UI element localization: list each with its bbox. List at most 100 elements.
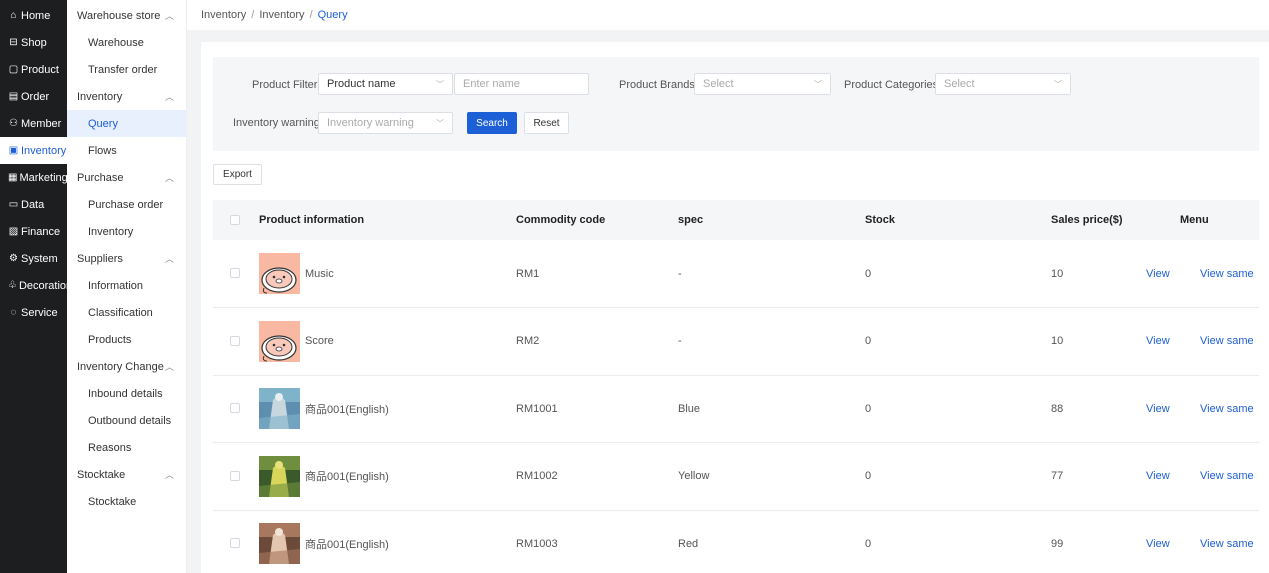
main-nav-label: System <box>21 252 58 265</box>
chevron-up-icon: ︿ <box>164 254 174 264</box>
sub-nav-item-inbound-details[interactable]: Inbound details <box>67 380 186 407</box>
table-row: 商品001(English) RM1002 Yellow 0 77 View View sa… <box>213 443 1259 511</box>
row-checkbox[interactable] <box>230 538 240 549</box>
main-nav-item-data[interactable]: ▭ Data <box>0 191 67 218</box>
sales-price-value: 99 <box>1051 537 1064 550</box>
sub-nav-group-stocktake[interactable]: Stocktake ︿ <box>67 461 186 488</box>
main-nav-item-marketing[interactable]: ▦ Marketing <box>0 164 67 191</box>
product-name: 商品001(English) <box>305 403 389 416</box>
row-checkbox[interactable] <box>230 268 240 278</box>
view-link[interactable]: View <box>1146 443 1170 510</box>
reset-button[interactable]: Reset <box>524 112 569 134</box>
sales-price-value: 10 <box>1051 267 1064 280</box>
product-thumbnail <box>259 523 300 565</box>
export-button[interactable]: Export <box>213 164 262 185</box>
sub-nav-item-inventory[interactable]: Inventory <box>67 218 186 245</box>
row-checkbox[interactable] <box>230 403 240 414</box>
product-thumbnail <box>259 320 300 362</box>
main-nav-item-system[interactable]: ⚙ System <box>0 245 67 272</box>
main-nav-item-service[interactable]: ◌ Service <box>0 299 67 326</box>
chevron-up-icon: ︿ <box>164 470 174 480</box>
sub-nav-group-suppliers[interactable]: Suppliers ︿ <box>67 245 186 272</box>
view-same-link[interactable]: View same <box>1200 308 1254 375</box>
marketing-icon: ▦ <box>8 172 18 183</box>
filter-panel: Product Filter: Product name ﹀ Enter nam… <box>213 57 1259 151</box>
spec-value: - <box>678 267 682 280</box>
sub-nav-item-information[interactable]: Information <box>67 272 186 299</box>
main-nav-label: Finance <box>21 225 61 238</box>
main-nav-item-decoration[interactable]: ♧ Decoration <box>0 272 67 299</box>
inventory-icon: ▣ <box>8 145 19 156</box>
sales-price-value: 77 <box>1051 470 1064 483</box>
sub-nav-item-products[interactable]: Products <box>67 326 186 353</box>
sub-nav-item-purchase-order[interactable]: Purchase order <box>67 191 186 218</box>
select-all-checkbox[interactable] <box>230 215 240 225</box>
sub-nav-group-inventory-change[interactable]: Inventory Change ︿ <box>67 353 186 380</box>
sub-nav-item-classification[interactable]: Classification <box>67 299 186 326</box>
sub-nav-item-stocktake[interactable]: Stocktake <box>67 488 186 515</box>
main-nav-item-order[interactable]: ▤ Order <box>0 83 67 110</box>
main-nav-label: Marketing <box>19 171 67 184</box>
row-checkbox[interactable] <box>230 470 240 481</box>
sub-nav-item-warehouse[interactable]: Warehouse <box>67 29 186 56</box>
sub-nav-group-warehouse-store[interactable]: Warehouse store ︿ <box>67 2 186 29</box>
stock-value: 0 <box>865 537 872 550</box>
product-categories-select[interactable]: Select ﹀ <box>935 73 1071 95</box>
view-link[interactable]: View <box>1146 308 1170 375</box>
chevron-down-icon: ﹀ <box>1054 79 1062 89</box>
product-filter-label: Product Filter: <box>252 79 321 91</box>
spec-value: - <box>678 335 682 348</box>
header-spec: spec <box>678 214 704 226</box>
view-link[interactable]: View <box>1146 510 1170 573</box>
main-nav-item-finance[interactable]: ▨ Finance <box>0 218 67 245</box>
breadcrumb: Inventory / Inventory / Query <box>187 0 1269 30</box>
service-icon: ◌ <box>10 307 17 318</box>
view-link[interactable]: View <box>1146 375 1170 442</box>
view-same-link[interactable]: View same <box>1200 375 1254 442</box>
main-nav-label: Member <box>21 117 62 130</box>
spec-value: Yellow <box>678 470 710 483</box>
product-name: Score <box>305 335 334 348</box>
inventory-warning-select[interactable]: Inventory warning ﹀ <box>318 112 453 134</box>
view-link[interactable]: View <box>1146 240 1170 307</box>
header-commodity-code: Commodity code <box>516 214 606 226</box>
table-row: Music RM1 - 0 10 View View same <box>213 240 1259 308</box>
row-checkbox[interactable] <box>230 335 240 346</box>
sub-nav-item-reasons[interactable]: Reasons <box>67 434 186 461</box>
sub-nav-item-outbound-details[interactable]: Outbound details <box>67 407 186 434</box>
breadcrumb-item-inventory-sub[interactable]: Inventory <box>259 9 304 21</box>
search-button[interactable]: Search <box>467 112 517 134</box>
product-name: Music <box>305 267 334 280</box>
product-filter-type-value: Product name <box>327 78 396 90</box>
chevron-up-icon: ︿ <box>164 173 174 183</box>
header-menu: Menu <box>1180 214 1209 226</box>
sales-price-value: 10 <box>1051 335 1064 348</box>
system-icon: ⚙ <box>9 253 18 264</box>
product-name-input[interactable]: Enter name <box>454 73 589 95</box>
chevron-down-icon: ﹀ <box>436 79 444 89</box>
product-name: 商品001(English) <box>305 471 389 484</box>
header-stock: Stock <box>865 214 895 226</box>
breadcrumb-item-inventory[interactable]: Inventory <box>201 9 246 21</box>
view-same-link[interactable]: View same <box>1200 240 1254 307</box>
view-same-link[interactable]: View same <box>1200 510 1254 573</box>
sub-nav-group-inventory[interactable]: Inventory ︿ <box>67 83 186 110</box>
main-nav-label: Decoration <box>18 279 67 292</box>
table-row: Score RM2 - 0 10 View View same <box>213 308 1259 376</box>
sub-nav-item-flows[interactable]: Flows <box>67 137 186 164</box>
commodity-code: RM1003 <box>516 537 558 550</box>
sub-nav-group-purchase[interactable]: Purchase ︿ <box>67 164 186 191</box>
sub-nav-item-transfer-order[interactable]: Transfer order <box>67 56 186 83</box>
inventory-warning-label: Inventory warning: <box>233 117 323 129</box>
main-nav-item-home[interactable]: ⌂ Home <box>0 2 67 29</box>
main-nav-item-product[interactable]: ▢ Product <box>0 56 67 83</box>
product-brands-select[interactable]: Select ﹀ <box>694 73 831 95</box>
sub-nav-item-query[interactable]: Query <box>67 110 186 137</box>
product-filter-type-select[interactable]: Product name ﹀ <box>318 73 453 95</box>
main-nav-item-member[interactable]: ⚇ Member <box>0 110 67 137</box>
main-nav-item-shop[interactable]: ⊟ Shop <box>0 29 67 56</box>
sub-nav-group-label: Inventory Change <box>77 360 164 373</box>
view-same-link[interactable]: View same <box>1200 443 1254 510</box>
main-nav-item-inventory[interactable]: ▣ Inventory <box>0 137 67 164</box>
sub-nav-group-label: Warehouse store <box>77 9 161 22</box>
